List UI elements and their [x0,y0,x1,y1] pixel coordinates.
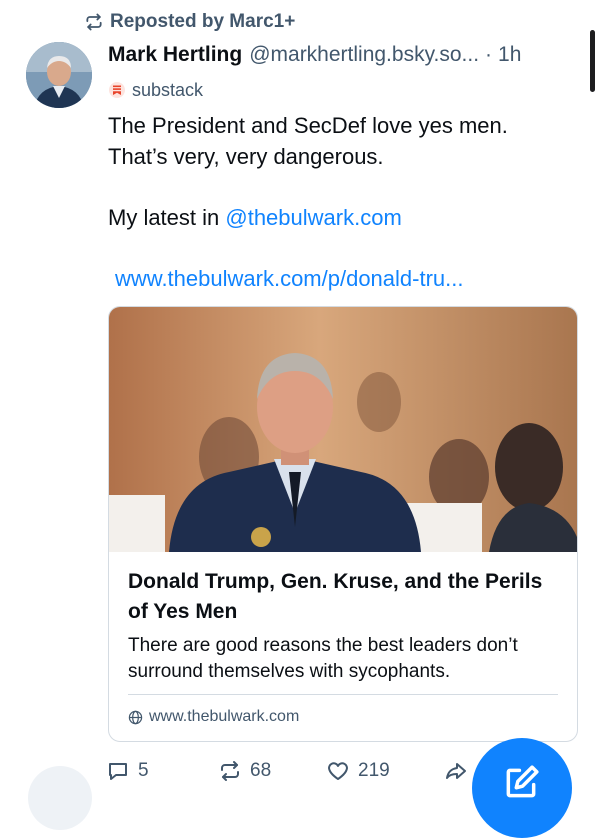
post-line-1: The President and SecDef love yes men. [108,113,508,138]
post-line-latest: My latest in @thebulwark.com [108,202,578,233]
reply-icon [109,763,127,780]
substack-icon [109,82,125,98]
share-button[interactable] [444,757,468,785]
author-handle[interactable]: @markhertling.bsky.so... [249,43,479,67]
repost-label: Reposted by Marc1+ [110,11,296,32]
globe-icon [128,710,143,724]
label-text: substack [132,79,204,100]
compose-button[interactable] [472,738,572,838]
share-icon [446,763,466,779]
separator-dot: · [485,43,493,66]
compose-icon [506,765,539,798]
like-count: 219 [358,760,390,781]
post-body: The President and SecDef love yes men. T… [108,110,578,294]
content-label[interactable]: substack [108,78,203,102]
heart-icon [328,762,348,780]
author-name[interactable]: Mark Hertling [108,43,242,67]
repost-indicator[interactable]: Reposted by Marc1+ [84,10,295,34]
latest-prefix: My latest in [108,205,226,230]
avatar[interactable] [26,42,92,108]
card-image [109,307,577,552]
like-button[interactable]: 219 [326,757,390,785]
repost-icon [86,13,102,31]
link-preview-card[interactable]: Donald Trump, Gen. Kruse, and the Perils… [108,306,578,742]
reply-button[interactable]: 5 [106,757,149,785]
mention-link[interactable]: @thebulwark.com [225,205,401,230]
reply-count: 5 [138,760,149,781]
card-title: Donald Trump, Gen. Kruse, and the Perils… [128,570,543,623]
card-description: There are good reasons the best leaders … [128,635,518,682]
repost-button[interactable]: 68 [218,757,271,785]
post-time[interactable]: 1h [498,43,521,67]
post-header: Mark Hertling @markhertling.bsky.so... ·… [108,40,578,70]
next-post-avatar [28,766,92,830]
card-domain-row: www.thebulwark.com [128,705,299,729]
card-domain: www.thebulwark.com [149,708,300,725]
url-link[interactable]: www.thebulwark.com/p/donald-tru... [115,266,464,291]
repost-icon [221,761,239,781]
post-line-2: That’s very, very dangerous. [108,144,384,169]
scrollbar[interactable] [590,30,595,92]
repost-count: 68 [250,760,272,781]
card-divider [128,694,558,695]
avatar-photo [26,42,92,108]
